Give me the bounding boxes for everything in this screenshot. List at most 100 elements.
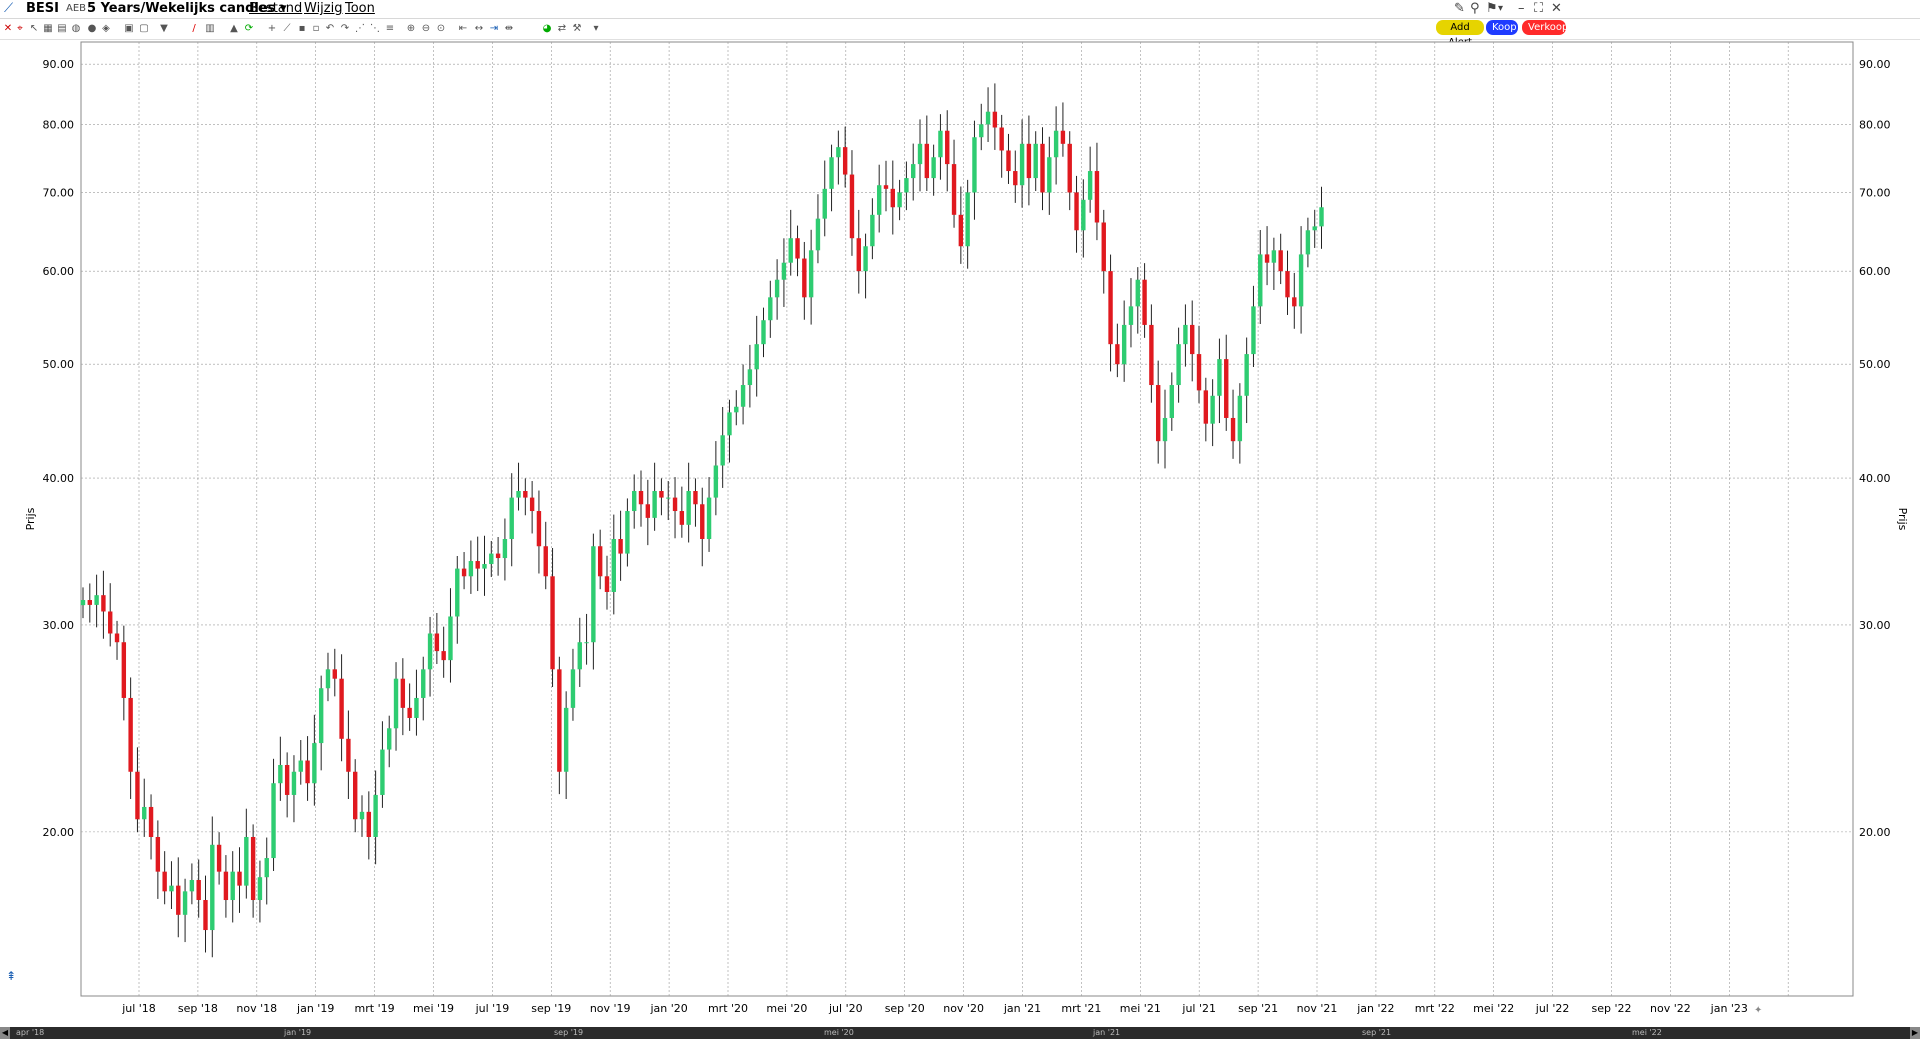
palette-icon[interactable]: ◕ <box>541 23 553 35</box>
nav-label-2: jan '19 <box>284 1028 312 1037</box>
candle-body <box>421 669 426 698</box>
candle-body <box>611 539 616 592</box>
candle-body <box>461 568 467 577</box>
crosshair-icon[interactable]: ⌖ <box>14 23 26 35</box>
compare-icon[interactable]: ◈ <box>100 23 112 35</box>
candle-body <box>284 764 290 795</box>
candle-body <box>788 238 793 263</box>
candle-body <box>985 111 991 125</box>
candle-body <box>1251 306 1256 355</box>
data-icon[interactable]: ▤ <box>56 23 68 35</box>
candle-body <box>1292 297 1297 307</box>
table-icon[interactable]: ▦ <box>42 23 54 35</box>
link-icon[interactable]: ⚲ <box>1470 1 1480 16</box>
scroll-end-icon[interactable]: ✦ <box>1754 1005 1762 1016</box>
minimize-icon[interactable]: – <box>1518 1 1525 16</box>
globe-icon[interactable]: ◍ <box>70 23 82 35</box>
trendline-icon[interactable]: ⟋ <box>281 23 293 35</box>
nav-label-4: mei '20 <box>824 1028 854 1037</box>
zoom-fit-icon[interactable]: ⊙ <box>435 23 447 35</box>
x-tick-label: mrt '20 <box>708 1002 748 1015</box>
more-chevron-icon[interactable]: ▾ <box>590 23 602 35</box>
exchange-label[interactable]: AEB <box>66 3 86 14</box>
x-tick-label: sep '18 <box>178 1002 218 1015</box>
candle-body <box>1006 150 1011 172</box>
candle-body <box>563 707 569 772</box>
x-tick-label: nov '21 <box>1297 1002 1338 1015</box>
candle-body <box>529 497 535 512</box>
sell-button[interactable]: Verkoop <box>1522 20 1568 35</box>
candle-body <box>625 511 630 554</box>
close-chart-icon[interactable]: ✕ <box>2 23 14 35</box>
expand-panel-icon[interactable]: ⇞ <box>6 969 16 983</box>
channel-icon[interactable]: ≡ <box>384 23 396 35</box>
navigator-bar[interactable]: ◀ apr '18 jan '19 sep '19 mei '20 jan '2… <box>0 1027 1920 1039</box>
candle-body <box>1203 390 1209 424</box>
scroll-right-arrow-icon[interactable]: ▶ <box>1910 1027 1920 1039</box>
split-icon[interactable]: ⇹ <box>503 23 515 35</box>
menu-wijzig[interactable]: Wijzig <box>304 1 342 16</box>
candle-body <box>1319 207 1324 227</box>
bar-chart-icon[interactable]: ▥ <box>204 23 216 35</box>
candle-body <box>557 669 562 772</box>
close-icon[interactable]: ✕ <box>1551 1 1562 16</box>
circle-icon[interactable]: ● <box>86 23 98 35</box>
menu-toon[interactable]: Toon <box>345 1 375 16</box>
fan-icon[interactable]: ⋱ <box>369 23 381 35</box>
refresh-icon[interactable]: ⟳ <box>243 23 255 35</box>
add-alert-button[interactable]: Add Alert <box>1436 20 1484 48</box>
scroll-left-icon[interactable]: ⇤ <box>457 23 469 35</box>
candle-body <box>1258 254 1263 307</box>
candle-body <box>1094 171 1100 223</box>
candle-body <box>1162 417 1168 442</box>
candle-body <box>1053 130 1059 158</box>
fibonacci-icon[interactable]: ⋰ <box>354 23 366 35</box>
y-tick-label-left: 90.00 <box>43 58 75 71</box>
sync-icon[interactable]: ⇄ <box>556 23 568 35</box>
tools-icon[interactable]: ⚒ <box>571 23 583 35</box>
indicator-icon[interactable]: ▣ <box>123 23 135 35</box>
text-tool-icon[interactable]: ▫ <box>310 23 322 35</box>
candle-body <box>1210 395 1215 424</box>
undo-icon[interactable]: ↶ <box>324 23 336 35</box>
price-chart[interactable]: 90.00 80.00 70.00 60.00 50.00 40.00 30.00 20.00… <box>0 40 1920 1027</box>
symbol-label[interactable]: BESI <box>26 1 59 16</box>
candle-body <box>291 771 297 795</box>
y-tick-label-right: 50.00 <box>1859 358 1891 371</box>
candle-body <box>1149 324 1154 386</box>
candle-body <box>713 465 719 498</box>
candle-body <box>536 511 542 547</box>
candle-body <box>434 633 440 652</box>
layout-icon[interactable]: ▢ <box>138 23 150 35</box>
y-tick-label-right: 70.00 <box>1859 186 1891 199</box>
scroll-right-icon[interactable]: ⇥ <box>488 23 500 35</box>
zoom-in-icon[interactable]: ⊕ <box>405 23 417 35</box>
candle-body <box>883 185 889 189</box>
scroll-mid-icon[interactable]: ↔ <box>473 23 485 35</box>
candle-body <box>475 561 480 569</box>
mountain-icon[interactable]: ▲ <box>228 23 240 35</box>
pointer-icon[interactable]: ↖ <box>28 23 40 35</box>
pin-menu-chevron-icon[interactable]: ▾ <box>1498 3 1503 14</box>
candle-body <box>1019 143 1025 186</box>
menu-bestand[interactable]: Bestand <box>249 1 302 16</box>
candle-body <box>176 885 181 915</box>
wrench-icon[interactable]: ✎ <box>1454 1 1465 16</box>
candle-body <box>373 794 378 837</box>
maximize-icon[interactable]: ⛶ <box>1534 1 1543 16</box>
zoom-out-icon[interactable]: ⊖ <box>420 23 432 35</box>
pencil-icon[interactable]: / <box>188 23 200 35</box>
candle-body <box>502 539 508 559</box>
filter-icon[interactable]: ▼ <box>158 23 170 35</box>
candle-body <box>1087 171 1093 200</box>
crosshair-tool-icon[interactable]: + <box>266 23 278 35</box>
scroll-left-arrow-icon[interactable]: ◀ <box>0 1027 10 1039</box>
rectangle-icon[interactable]: ▪ <box>296 23 308 35</box>
pin-icon[interactable]: ⚑ <box>1486 1 1498 16</box>
buy-button[interactable]: Koop <box>1486 20 1518 35</box>
candle-body <box>1115 344 1120 365</box>
x-tick-label: nov '19 <box>590 1002 631 1015</box>
redo-icon[interactable]: ↷ <box>339 23 351 35</box>
candle-body <box>346 738 351 772</box>
candle-body <box>400 678 406 708</box>
